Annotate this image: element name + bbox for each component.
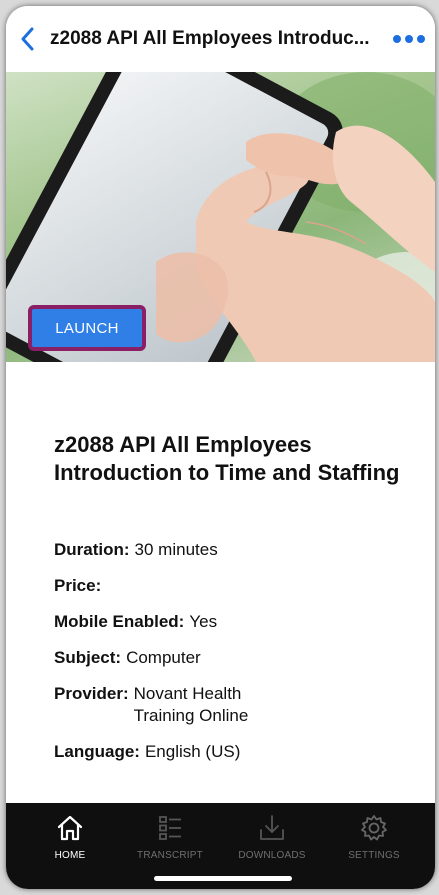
chevron-left-icon[interactable]	[20, 24, 42, 54]
tab-label: HOME	[54, 850, 86, 861]
tab-settings[interactable]: SETTINGS	[328, 813, 420, 861]
detail-label: Language:	[54, 742, 140, 761]
home-icon	[24, 813, 116, 843]
tab-label: TRANSCRIPT	[137, 850, 203, 861]
detail-label: Subject:	[54, 648, 122, 667]
course-title: z2088 API All Employees Introduction to …	[54, 432, 400, 485]
detail-row-language: Language: English (US)	[54, 741, 411, 763]
gear-icon	[328, 813, 420, 843]
tab-label: SETTINGS	[348, 850, 400, 861]
detail-label: Mobile Enabled:	[54, 612, 185, 631]
bottom-tab-bar: HOME TRANSCRIPT DOWNLOADS SETTINGS	[6, 803, 435, 889]
detail-label: Price:	[54, 576, 102, 595]
tab-downloads[interactable]: DOWNLOADS	[226, 813, 318, 861]
course-hero-image: LAUNCH	[6, 72, 435, 362]
detail-value: Novant Health Training Online	[133, 684, 249, 725]
detail-row-price: Price:	[54, 575, 411, 597]
detail-row-provider: Provider: Novant Health Training Online	[54, 683, 411, 727]
details-list: Duration: 30 minutes Price: Mobile Enabl…	[54, 539, 411, 763]
list-icon	[124, 813, 216, 843]
detail-row-mobile-enabled: Mobile Enabled: Yes	[54, 611, 411, 633]
detail-value: English (US)	[144, 742, 241, 761]
download-icon	[226, 813, 318, 843]
detail-row-subject: Subject: Computer	[54, 647, 411, 669]
tab-label: DOWNLOADS	[238, 850, 306, 861]
page-title: z2088 API All Employees Introduc...	[50, 28, 370, 49]
launch-button[interactable]: LAUNCH	[28, 305, 146, 351]
detail-label: Duration:	[54, 540, 130, 559]
detail-label: Provider:	[54, 684, 129, 703]
ellipsis-icon[interactable]	[393, 35, 425, 43]
top-nav-bar: z2088 API All Employees Introduc...	[6, 6, 435, 72]
course-details: z2088 API All Employees Introduction to …	[54, 431, 411, 777]
detail-value: 30 minutes	[134, 540, 218, 559]
detail-value: Computer	[126, 648, 201, 667]
tab-home[interactable]: HOME	[24, 813, 116, 861]
phone-screen: z2088 API All Employees Introduc... LAUN…	[6, 6, 435, 889]
home-indicator[interactable]	[154, 876, 292, 881]
detail-value: Yes	[189, 612, 218, 631]
detail-row-duration: Duration: 30 minutes	[54, 539, 411, 561]
tab-transcript[interactable]: TRANSCRIPT	[124, 813, 216, 861]
